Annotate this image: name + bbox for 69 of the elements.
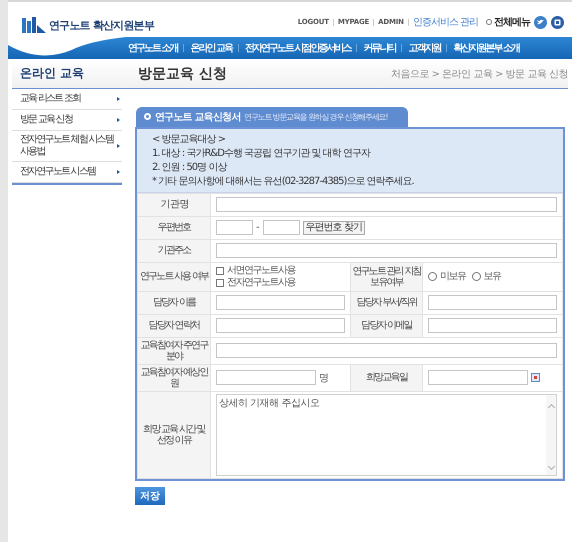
checkbox-label: 전자연구노트사용	[227, 276, 295, 288]
input-field[interactable]	[216, 243, 557, 258]
dash: -	[256, 222, 260, 233]
save-button[interactable]: 저장	[135, 486, 165, 504]
radio-button[interactable]	[472, 272, 480, 281]
checkbox[interactable]	[216, 278, 224, 286]
field-label: 기관주소	[138, 239, 210, 262]
input-field[interactable]	[428, 318, 557, 333]
field-label: 연구노트 관리 지침 보유여부	[350, 262, 422, 291]
field-label: 우편번호	[138, 216, 210, 239]
arrow-icon	[117, 118, 120, 122]
field-label: 희망교육일	[350, 364, 422, 391]
notice-line: 1. 대상 : 국가R&D수행 국공립 연구기관 및 대학 연구자	[152, 146, 372, 160]
input-field[interactable]	[428, 295, 557, 310]
field-label: 희망 교육 시간 및 선정 이유	[138, 391, 210, 478]
notice-line: * 기타 문의사항에 대해서는 유선(02-3287-4385)으로 연락주세요.	[152, 174, 415, 188]
input-field[interactable]	[216, 318, 345, 333]
logo-icon	[22, 17, 46, 33]
top-link[interactable]: 인증서비스 관리	[412, 15, 478, 29]
sidebar-item[interactable]: 전자연구노트 체험 시스템 사용법	[12, 131, 122, 162]
nav-item[interactable]: 전자연구노트 시점인증서비스	[242, 41, 352, 55]
arrow-icon	[117, 170, 120, 174]
nav-item[interactable]: 확산지원본부 소개	[451, 41, 521, 55]
field-label: 담당자 이메일	[350, 314, 422, 337]
field-label: 기 관 명	[138, 193, 210, 216]
field-label: 연구노트 사용 여부	[138, 262, 210, 291]
checkbox-label: 서면연구노트사용	[227, 264, 295, 276]
text-area-value: 상세히 기재해 주십시오	[218, 396, 320, 410]
input-field[interactable]	[216, 370, 316, 385]
nav-item[interactable]: 연구노트 소개	[126, 41, 180, 55]
nav-item[interactable]: 고객지원	[406, 41, 442, 55]
all-menu-link[interactable]: 전체메뉴	[486, 15, 530, 29]
form-title: 연구노트 교육신청서	[155, 110, 240, 124]
facebook-icon[interactable]	[551, 16, 564, 28]
sidebar-title: 온라인 교육	[19, 65, 86, 82]
zip-field[interactable]	[216, 220, 253, 235]
radio-label: 보유	[484, 270, 500, 282]
bullet-icon	[144, 113, 151, 120]
field-label: 담당자 이름	[138, 291, 210, 314]
notice-line: 2. 인원 : 50명 이상	[152, 160, 228, 174]
sidebar-item[interactable]: 교육 리스트 조회	[12, 89, 122, 110]
nav-item[interactable]: 커뮤니티	[361, 41, 398, 55]
input-field[interactable]	[216, 197, 557, 212]
notice-line: < 방문교육대상 >	[152, 132, 226, 146]
input-field[interactable]	[216, 343, 557, 358]
page-title: 방문교육 신청	[137, 64, 228, 82]
logo-text: 연구노트 확산지원본부	[49, 18, 154, 32]
twitter-icon[interactable]	[534, 16, 547, 28]
field-label: 교육참여자 예상인원	[138, 364, 210, 391]
text-area[interactable]: 상세히 기재해 주십시오	[216, 394, 557, 476]
arrow-icon	[117, 144, 120, 148]
field-label: 담당자 연락처	[138, 314, 210, 337]
radio-button[interactable]	[428, 272, 437, 281]
breadcrumb: 처음으로 > 온라인 교육 > 방문 교육 신청	[390, 68, 568, 80]
arrow-icon	[117, 97, 120, 101]
zip-search-button[interactable]: 우편번호 찾기	[302, 220, 365, 234]
radio-label: 미보유	[440, 270, 466, 282]
sidebar-item[interactable]: 전자연구노트 시스템	[12, 162, 122, 183]
zip-field[interactable]	[262, 220, 300, 235]
unit-label: 명	[319, 372, 329, 384]
nav-item[interactable]: 온라인 교육	[188, 41, 234, 55]
input-field[interactable]	[216, 295, 345, 310]
sidebar-item[interactable]: 방문 교육 신청	[12, 110, 122, 131]
field-label: 담당자 부서/직위	[350, 291, 422, 314]
checkbox[interactable]	[216, 266, 224, 274]
date-field[interactable]	[428, 370, 528, 385]
form-hint: 연구노트 방문교육을 원하실 경우 신청해주세요!	[244, 112, 388, 122]
field-label: 교육참여자 주연구분야	[138, 337, 210, 364]
calendar-icon[interactable]	[531, 373, 540, 382]
